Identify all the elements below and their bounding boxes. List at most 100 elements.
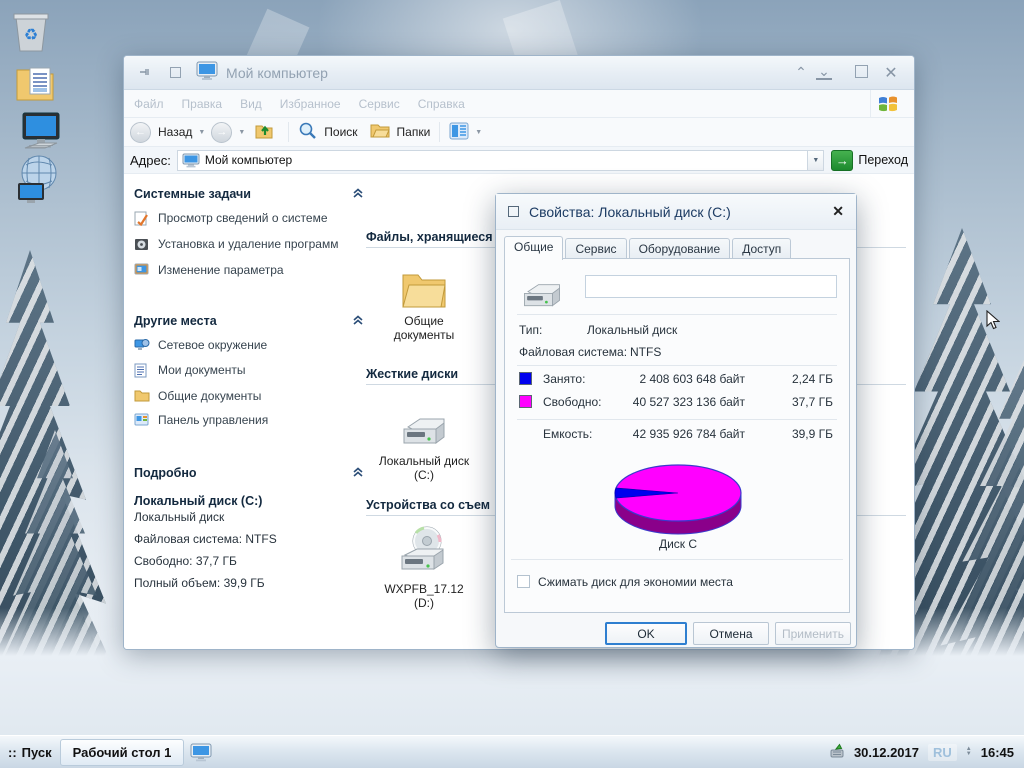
search-label[interactable]: Поиск <box>324 125 357 139</box>
address-dropdown-button[interactable]: ▼ <box>808 149 825 171</box>
menu-bar: Файл Правка Вид Избранное Сервис Справка <box>124 90 914 118</box>
start-button[interactable]: :: Пуск <box>0 736 60 768</box>
control-panel-icon <box>134 413 150 430</box>
system-tasks-title: Системные задачи <box>134 187 251 201</box>
pin-icon[interactable] <box>130 65 160 81</box>
folders-icon[interactable] <box>370 122 390 142</box>
taskbar-clock[interactable]: 16:45 <box>981 745 1014 760</box>
go-label[interactable]: Переход <box>858 153 908 167</box>
drive-d-item[interactable]: WXPFB_17.12 (D:) <box>376 525 472 611</box>
close-button[interactable]: ✕ <box>876 63 906 83</box>
system-tasks-section: Системные задачи Просмотр сведений о сис… <box>134 187 364 280</box>
tab-hardware[interactable]: Оборудование <box>628 238 731 260</box>
display-settings-icon <box>134 263 150 280</box>
views-dropdown-icon[interactable]: ▼ <box>475 129 482 136</box>
back-dropdown-icon[interactable]: ▼ <box>198 129 205 136</box>
back-label: Назад <box>158 125 193 139</box>
back-button[interactable]: ← <box>130 121 151 143</box>
taskbar-window-button[interactable] <box>188 739 214 766</box>
details-drive-name: Локальный диск (C:) <box>134 494 263 508</box>
language-indicator[interactable]: RU <box>928 743 957 761</box>
network-places-icon[interactable] <box>14 152 60 206</box>
restore-icon[interactable] <box>160 65 190 81</box>
taskbar-date[interactable]: 30.12.2017 <box>854 745 919 760</box>
views-button[interactable] <box>449 122 469 143</box>
ok-button[interactable]: OK <box>605 622 687 645</box>
general-tab-panel: Тип: Локальный диск Файловая система: NT… <box>504 258 850 613</box>
dialog-tabs: Общие Сервис Оборудование Доступ <box>504 236 792 260</box>
capacity-size: 39,9 ГБ <box>791 427 833 441</box>
forward-button[interactable]: → <box>211 121 233 143</box>
sidebar-item-network[interactable]: Сетевое окружение <box>134 338 364 356</box>
my-computer-icon[interactable] <box>18 110 64 156</box>
free-size: 37,7 ГБ <box>791 395 833 409</box>
volume-label-input[interactable] <box>585 275 837 298</box>
forward-dropdown-icon[interactable]: ▼ <box>238 129 245 136</box>
document-icon <box>134 363 150 382</box>
details-section: Подробно Локальный диск (C:) Локальный д… <box>134 466 364 592</box>
sidebar-item-system-info[interactable]: Просмотр сведений о системе <box>134 211 364 230</box>
tab-general[interactable]: Общие <box>504 236 564 260</box>
sidebar-item-change-setting[interactable]: Изменение параметра <box>134 263 364 280</box>
go-button[interactable]: → <box>831 149 854 171</box>
menu-view[interactable]: Вид <box>240 97 262 111</box>
menu-edit[interactable]: Правка <box>182 97 223 111</box>
drive-c-item[interactable]: Локальный диск (C:) <box>376 397 472 483</box>
item-label: Общие документы <box>393 314 455 343</box>
used-bytes: 2 408 603 648 байт <box>639 372 745 386</box>
my-documents-icon[interactable] <box>12 60 58 106</box>
sidebar-item-my-documents[interactable]: Мои документы <box>134 363 364 382</box>
folder-icon <box>376 257 472 309</box>
compress-checkbox-label[interactable]: Сжимать диск для экономии места <box>538 575 733 589</box>
address-label: Адрес: <box>130 152 171 168</box>
collapse-chevron-icon[interactable] <box>352 188 364 200</box>
details-filesystem: Файловая система: NTFS <box>134 532 277 546</box>
dialog-close-button[interactable]: ✕ <box>832 203 844 220</box>
compress-checkbox[interactable] <box>517 575 530 588</box>
capacity-label: Емкость: <box>543 427 593 441</box>
collapse-chevron-icon[interactable] <box>352 315 364 327</box>
capacity-bytes: 42 935 926 784 байт <box>632 427 745 441</box>
tab-sharing[interactable]: Доступ <box>732 238 792 260</box>
system-tray: 30.12.2017 RU ▲ ▼ 16:45 <box>828 736 1024 768</box>
pie-chart-label: Диск C <box>658 537 698 551</box>
desktop-1-button[interactable]: Рабочий стол 1 <box>59 738 185 766</box>
sidebar-item-add-remove-programs[interactable]: Установка и удаление программ <box>134 237 364 256</box>
apply-button[interactable]: Применить <box>775 622 851 645</box>
shade-button[interactable]: ⌃ <box>786 64 816 81</box>
tab-tools[interactable]: Сервис <box>565 238 627 260</box>
dialog-system-icon[interactable] <box>508 206 519 217</box>
address-bar: Адрес: Мой компьютер ▼ → Переход <box>124 147 914 174</box>
dialog-title: Свойства: Локальный диск (C:) <box>529 203 731 220</box>
type-label: Тип: <box>519 323 543 337</box>
cancel-button[interactable]: Отмена <box>693 622 769 645</box>
collapse-chevron-icon[interactable] <box>352 467 364 479</box>
menu-help[interactable]: Справка <box>418 97 465 111</box>
filesystem-value: NTFS <box>630 345 662 359</box>
item-label: Локальный диск (C:) <box>378 454 470 483</box>
safely-remove-icon[interactable] <box>828 743 845 762</box>
drive-icon <box>524 284 560 307</box>
menu-tools[interactable]: Сервис <box>359 97 400 111</box>
start-grip-icon: :: <box>8 744 17 760</box>
details-free: Свободно: 37,7 ГБ <box>134 554 237 568</box>
recycle-bin-icon[interactable]: ♻ <box>8 8 54 54</box>
maximize-button[interactable] <box>846 64 876 81</box>
dialog-titlebar[interactable]: Свойства: Локальный диск (C:) ✕ <box>496 194 856 230</box>
mouse-cursor <box>986 309 1001 333</box>
sidebar-item-control-panel[interactable]: Панель управления <box>134 413 364 430</box>
sidebar-item-shared-documents[interactable]: Общие документы <box>134 389 364 406</box>
menu-file[interactable]: Файл <box>134 97 164 111</box>
search-icon[interactable] <box>298 121 317 143</box>
up-button[interactable] <box>255 122 275 143</box>
tray-spinner[interactable]: ▲ ▼ <box>966 746 972 757</box>
window-titlebar[interactable]: Мой компьютер ⌃ ⌄ ✕ <box>124 56 914 90</box>
free-label: Свободно: <box>543 395 602 409</box>
minimize-button[interactable]: ⌄ <box>816 64 832 80</box>
folders-label[interactable]: Папки <box>397 125 431 139</box>
menu-favorites[interactable]: Избранное <box>280 97 341 111</box>
shared-documents-item[interactable]: Общие документы <box>376 257 472 343</box>
other-places-title: Другие места <box>134 314 217 328</box>
address-input[interactable]: Мой компьютер <box>176 149 809 171</box>
disk-usage-pie-chart <box>614 464 742 535</box>
